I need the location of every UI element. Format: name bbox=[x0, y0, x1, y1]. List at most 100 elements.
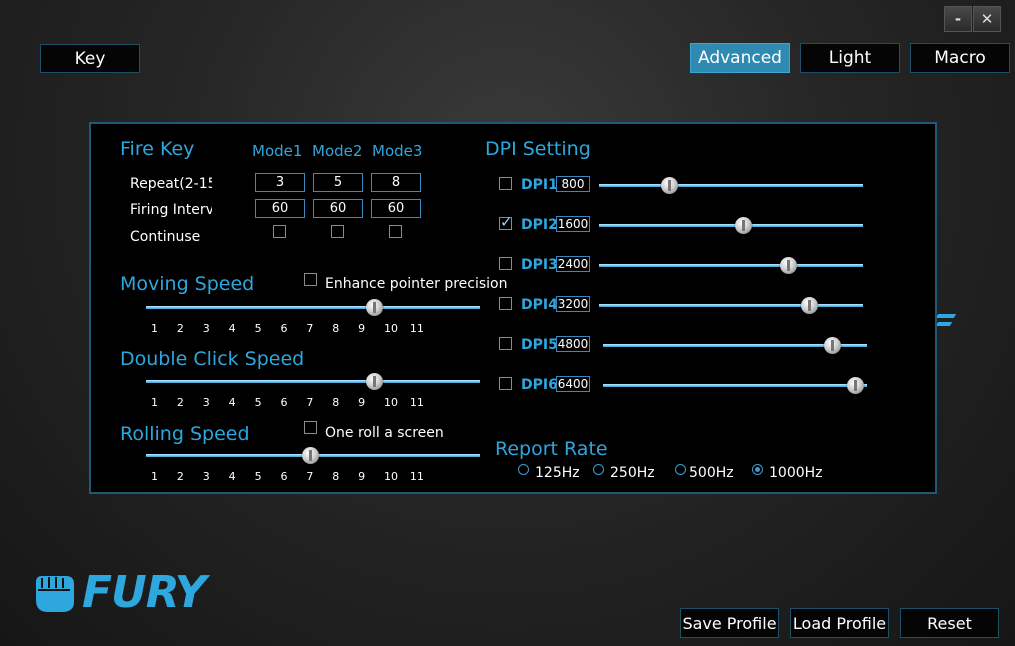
tick-label: 8 bbox=[332, 322, 340, 335]
dpi5-value-input[interactable]: 4800 bbox=[556, 336, 590, 352]
tick-label: 4 bbox=[228, 322, 236, 335]
tick-label: 6 bbox=[280, 470, 288, 483]
tick-label: 5 bbox=[254, 396, 262, 409]
double-click-slider-track[interactable] bbox=[146, 380, 480, 383]
dpi4-value-input[interactable]: 3200 bbox=[556, 296, 590, 312]
tick-label: 7 bbox=[306, 396, 314, 409]
repeat-mode3-input[interactable]: 8 bbox=[371, 173, 421, 192]
moving-speed-slider-handle[interactable] bbox=[365, 299, 383, 316]
brand-wordmark: FURY bbox=[82, 567, 206, 618]
mode1-header: Mode1 bbox=[252, 142, 303, 160]
dpi2-value-input[interactable]: 1600 bbox=[556, 216, 590, 232]
tick-label: 1 bbox=[151, 322, 158, 335]
tick-label: 3 bbox=[202, 322, 210, 335]
report-rate-125-label: 125Hz bbox=[535, 465, 580, 481]
tick-label: 5 bbox=[254, 470, 262, 483]
dpi6-checkbox[interactable] bbox=[499, 377, 512, 390]
dpi1-slider-handle[interactable] bbox=[661, 177, 679, 194]
dpi1-label: DPI1 bbox=[521, 177, 558, 193]
interval-mode1-input[interactable]: 60 bbox=[255, 199, 305, 218]
report-rate-250-radio[interactable] bbox=[593, 464, 604, 475]
tick-label: 10 bbox=[384, 322, 399, 335]
fist-logo-icon bbox=[32, 574, 78, 618]
report-rate-500-label: 500Hz bbox=[689, 465, 734, 481]
repeat-mode1-input[interactable]: 3 bbox=[255, 173, 305, 192]
dpi5-slider-handle[interactable] bbox=[823, 337, 841, 354]
tab-light[interactable]: Light bbox=[800, 43, 900, 73]
dpi3-value-input[interactable]: 2400 bbox=[556, 256, 590, 272]
report-rate-250-label: 250Hz bbox=[610, 465, 655, 481]
tick-label: 4 bbox=[228, 470, 236, 483]
report-rate-1000-radio[interactable] bbox=[752, 464, 763, 475]
dpi6-label: DPI6 bbox=[521, 377, 558, 393]
dpi3-label: DPI3 bbox=[521, 257, 558, 273]
background-logo-stripe bbox=[935, 314, 957, 318]
report-rate-125-radio[interactable] bbox=[518, 464, 529, 475]
minimize-button[interactable]: - bbox=[944, 6, 972, 32]
tab-key[interactable]: Key bbox=[40, 44, 140, 73]
moving-speed-title: Moving Speed bbox=[120, 273, 255, 295]
rolling-speed-ticks: 1 2 3 4 5 6 7 8 9 10 11 bbox=[151, 470, 436, 483]
moving-speed-slider-track[interactable] bbox=[146, 306, 480, 309]
rolling-speed-slider-handle[interactable] bbox=[302, 447, 319, 464]
dpi6-value-input[interactable]: 6400 bbox=[556, 376, 590, 392]
dpi3-checkbox[interactable] bbox=[499, 257, 512, 270]
dpi4-slider-handle[interactable] bbox=[801, 297, 819, 314]
repeat-label: Repeat(2-15 bbox=[130, 176, 212, 192]
one-roll-screen-label: One roll a screen bbox=[325, 425, 444, 441]
interval-mode2-input[interactable]: 60 bbox=[313, 199, 363, 218]
report-rate-title: Report Rate bbox=[495, 438, 608, 460]
tab-macro[interactable]: Macro bbox=[910, 43, 1010, 73]
tick-label: 7 bbox=[306, 470, 314, 483]
dpi1-checkbox[interactable] bbox=[499, 177, 512, 190]
dpi3-slider-track[interactable] bbox=[599, 264, 863, 267]
repeat-mode2-input[interactable]: 5 bbox=[313, 173, 363, 192]
fire-key-title: Fire Key bbox=[120, 138, 195, 160]
save-profile-button[interactable]: Save Profile bbox=[680, 608, 779, 638]
double-click-speed-title: Double Click Speed bbox=[120, 348, 305, 370]
dpi2-checkbox[interactable] bbox=[499, 213, 513, 231]
continuse-mode3-checkbox[interactable] bbox=[389, 225, 402, 238]
one-roll-screen-checkbox[interactable] bbox=[304, 421, 317, 434]
dpi5-label: DPI5 bbox=[521, 337, 558, 353]
dpi3-slider-handle[interactable] bbox=[780, 257, 798, 274]
load-profile-button[interactable]: Load Profile bbox=[790, 608, 889, 638]
dpi4-label: DPI4 bbox=[521, 297, 558, 313]
dpi1-slider-track[interactable] bbox=[599, 184, 863, 187]
continuse-mode1-checkbox[interactable] bbox=[273, 225, 286, 238]
tick-label: 9 bbox=[358, 322, 366, 335]
dpi6-slider-track[interactable] bbox=[603, 384, 867, 387]
tick-label: 6 bbox=[280, 322, 288, 335]
close-button[interactable]: ✕ bbox=[973, 6, 1001, 32]
tick-label: 8 bbox=[332, 396, 340, 409]
rolling-speed-title: Rolling Speed bbox=[120, 423, 250, 445]
tab-advanced[interactable]: Advanced bbox=[690, 43, 790, 73]
mode2-header: Mode2 bbox=[312, 142, 363, 160]
tick-label: 5 bbox=[254, 322, 262, 335]
reset-button[interactable]: Reset bbox=[900, 608, 999, 638]
interval-mode3-input[interactable]: 60 bbox=[371, 199, 421, 218]
tick-label: 11 bbox=[409, 396, 424, 409]
dpi4-checkbox[interactable] bbox=[499, 297, 512, 310]
mode3-header: Mode3 bbox=[372, 142, 423, 160]
advanced-settings-panel: Fire Key Mode1 Mode2 Mode3 Repeat(2-15 F… bbox=[89, 122, 937, 494]
dpi2-slider-track[interactable] bbox=[599, 224, 863, 227]
dpi2-slider-handle[interactable] bbox=[735, 217, 753, 234]
dpi2-label: DPI2 bbox=[521, 217, 558, 233]
continuse-mode2-checkbox[interactable] bbox=[331, 225, 344, 238]
dpi4-slider-track[interactable] bbox=[599, 304, 863, 307]
tick-label: 1 bbox=[151, 470, 158, 483]
background-logo-stripe bbox=[935, 322, 953, 326]
dpi-setting-title: DPI Setting bbox=[485, 138, 591, 160]
double-click-ticks: 1 2 3 4 5 6 7 8 9 10 11 bbox=[151, 396, 436, 409]
tick-label: 8 bbox=[332, 470, 340, 483]
dpi5-checkbox[interactable] bbox=[499, 337, 512, 350]
dpi6-slider-handle[interactable] bbox=[847, 377, 865, 394]
double-click-slider-handle[interactable] bbox=[365, 373, 383, 390]
enhance-precision-checkbox[interactable] bbox=[304, 273, 317, 286]
tick-label: 1 bbox=[151, 396, 158, 409]
dpi1-value-input[interactable]: 800 bbox=[556, 176, 590, 192]
tick-label: 10 bbox=[384, 396, 399, 409]
tick-label: 3 bbox=[202, 396, 210, 409]
report-rate-500-radio[interactable] bbox=[675, 464, 686, 475]
